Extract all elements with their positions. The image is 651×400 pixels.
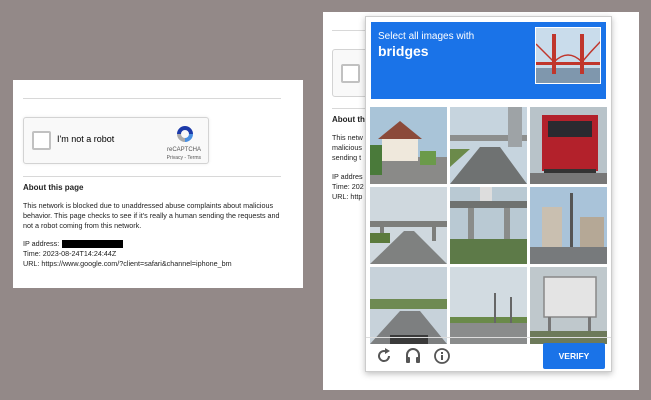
request-info: IP address: Time: 2023-08-24T14:24:44Z U… — [23, 239, 232, 269]
challenge-footer: VERIFY — [366, 337, 611, 372]
sample-bridge-image — [535, 27, 601, 84]
tile-road-overpass[interactable] — [370, 187, 447, 264]
tile-empty-road[interactable] — [450, 267, 527, 344]
challenge-keyword: bridges — [378, 43, 429, 59]
ip-label: IP address: — [23, 239, 60, 248]
info-icon[interactable] — [433, 347, 451, 365]
recaptcha-widget[interactable]: I'm not a robot reCAPTCHA Privacy - Term… — [23, 117, 209, 164]
divider — [23, 98, 281, 99]
tile-highway-sign[interactable] — [370, 267, 447, 344]
body-fragment: sending t — [332, 153, 362, 162]
tile-red-truck[interactable] — [530, 107, 607, 184]
tile-city-street[interactable] — [530, 187, 607, 264]
about-body: This network is blocked due to unaddress… — [23, 201, 280, 230]
tile-road-sign[interactable] — [530, 267, 607, 344]
audio-challenge-icon[interactable] — [404, 347, 422, 365]
blocked-page-left: I'm not a robot reCAPTCHA Privacy - Term… — [13, 80, 303, 288]
body-fragment: This netw — [332, 133, 363, 142]
divider — [23, 176, 281, 177]
reload-icon[interactable] — [375, 347, 393, 365]
not-robot-label: I'm not a robot — [57, 134, 115, 144]
not-robot-checkbox[interactable] — [32, 131, 51, 150]
challenge-header: Select all images with bridges — [371, 22, 606, 99]
url-line: URL: https://www.google.com/?client=safa… — [23, 259, 232, 268]
url-fragment: URL: http — [332, 192, 363, 201]
about-title: About this page — [23, 183, 84, 192]
privacy-terms-links[interactable]: Privacy - Terms — [167, 155, 201, 161]
about-title-partial: About th — [332, 115, 365, 124]
body-fragment: malicious — [332, 143, 362, 152]
ip-fragment: IP addres — [332, 172, 363, 181]
verify-button[interactable]: VERIFY — [543, 343, 605, 369]
about-body-partial: This netw malicious sending t — [332, 133, 363, 163]
tile-house-street[interactable] — [370, 107, 447, 184]
tile-river-bridge[interactable] — [450, 187, 527, 264]
time-line: Time: 2023-08-24T14:24:44Z — [23, 249, 117, 258]
request-info-partial: IP addres Time: 202 URL: http — [332, 172, 364, 202]
recaptcha-logo-icon — [177, 126, 193, 142]
recaptcha-brand: reCAPTCHA — [166, 147, 201, 153]
not-robot-checkbox[interactable] — [341, 64, 360, 83]
image-challenge-dialog: Select all images with bridges VERIFY — [365, 16, 612, 372]
tile-highway-overpass[interactable] — [450, 107, 527, 184]
challenge-prompt: Select all images with — [378, 31, 475, 42]
redacted-ip — [62, 240, 124, 248]
image-grid — [370, 107, 609, 347]
time-fragment: Time: 202 — [332, 182, 364, 191]
